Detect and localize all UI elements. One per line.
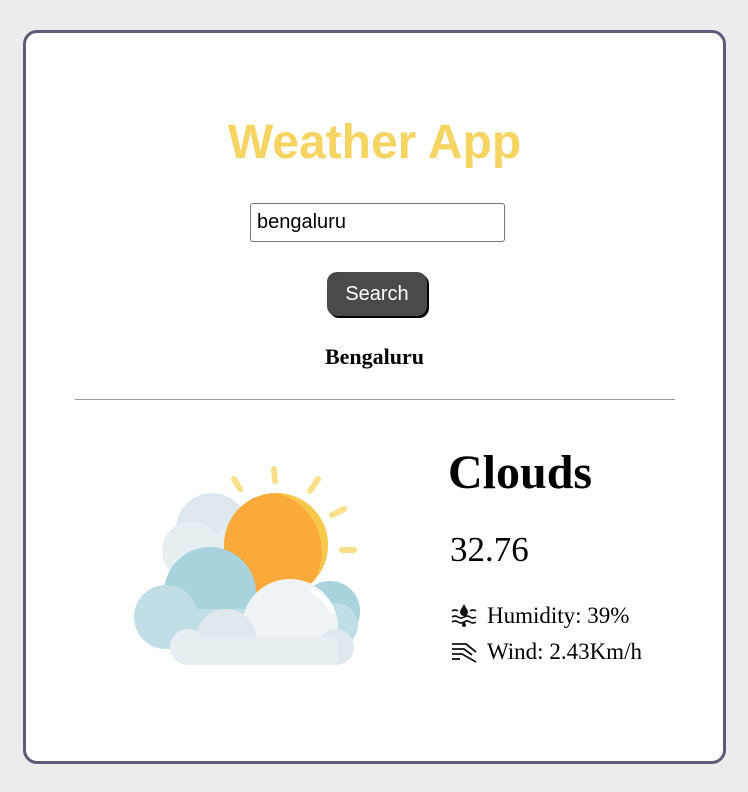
sun-behind-clouds-icon bbox=[134, 466, 360, 665]
weather-condition: Clouds bbox=[448, 446, 593, 499]
wind-text: Wind: 2.43Km/h bbox=[487, 639, 642, 664]
humidity-row: Humidity: 39% bbox=[450, 602, 629, 630]
city-search-input[interactable] bbox=[250, 203, 505, 242]
wind-icon bbox=[452, 643, 477, 663]
humidity-icon bbox=[451, 604, 477, 627]
humidity-text: Humidity: 39% bbox=[487, 603, 630, 628]
app-title: Weather App bbox=[227, 116, 522, 169]
temperature-value: 32.76 bbox=[450, 530, 529, 569]
weather-card: Weather App Search Bengaluru bbox=[23, 30, 726, 764]
search-button[interactable]: Search bbox=[327, 272, 427, 316]
divider bbox=[75, 399, 675, 400]
city-name: Bengaluru bbox=[324, 344, 425, 369]
wind-row: Wind: 2.43Km/h bbox=[450, 638, 642, 666]
